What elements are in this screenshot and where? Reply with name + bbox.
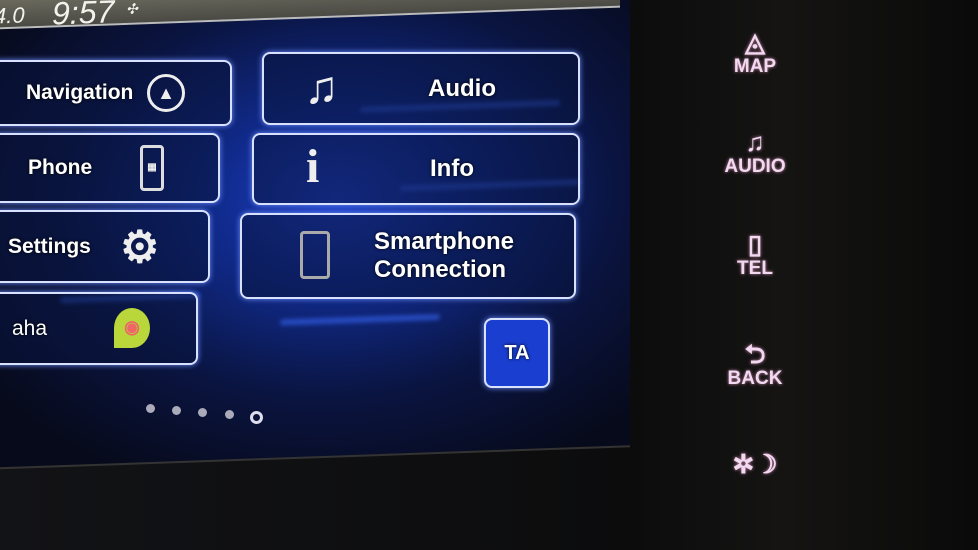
audio-button[interactable]: ♫ Audio [262, 52, 580, 125]
tel-label: TEL [737, 258, 773, 279]
aha-label: aha [12, 316, 48, 340]
compass-icon: ▲ [147, 74, 185, 112]
smartphone-connection-label: Smartphone Connection [374, 228, 514, 284]
phone-icon: ▯ [747, 229, 763, 259]
aha-logo-icon: ◉ [114, 308, 150, 348]
temperature: 4.0 [0, 2, 25, 29]
gps-signal-icon: ✣ [126, 0, 138, 17]
back-hard-key[interactable]: ⮌ BACK [715, 340, 795, 390]
audio-key-label: AUDIO [724, 156, 786, 177]
page-dot[interactable] [198, 408, 207, 417]
page-dot-current[interactable] [250, 411, 263, 424]
audio-label: Audio [428, 74, 496, 102]
tel-hard-key[interactable]: ▯ TEL [715, 230, 795, 280]
page-dot[interactable] [225, 410, 234, 419]
clock: 9:57 [52, 0, 115, 32]
page-dot[interactable] [172, 406, 181, 415]
phone-button[interactable]: Phone ▦ [0, 133, 220, 203]
back-label: BACK [727, 368, 783, 389]
aha-button[interactable]: aha ◉ [0, 292, 198, 365]
smartphone-label-line2: Connection [374, 256, 506, 283]
day-night-hard-key[interactable]: ✲☽ [715, 450, 795, 478]
smartphone-icon [300, 231, 330, 279]
info-button[interactable]: i Info [252, 133, 580, 205]
map-hard-key[interactable]: ◬ MAP [715, 28, 795, 78]
day-night-icon: ✲☽ [732, 449, 778, 479]
ta-label: TA [504, 341, 530, 364]
smartphone-label-line1: Smartphone [374, 228, 515, 255]
audio-hard-key[interactable]: ♫ AUDIO [715, 128, 795, 178]
navigation-label: Navigation [26, 81, 134, 104]
settings-label: Settings [8, 234, 91, 258]
mobile-phone-icon: ▦ [140, 145, 164, 191]
status-bar: 4.0 9:57 ✣ [0, 0, 620, 32]
gear-icon: ⚙ [120, 223, 160, 272]
page-dot[interactable] [146, 404, 155, 413]
music-note-icon: ♫ [304, 61, 339, 113]
info-icon: i [306, 140, 320, 193]
navigation-button[interactable]: Navigation ▲ [0, 60, 232, 126]
settings-button[interactable]: Settings ⚙ [0, 210, 210, 283]
back-arrow-icon: ⮌ [744, 339, 766, 369]
map-label: MAP [733, 56, 777, 77]
map-icon: ◬ [745, 27, 765, 57]
music-note-icon: ♫ [745, 127, 765, 157]
background-streak [280, 313, 440, 326]
smartphone-connection-button[interactable]: Smartphone Connection [240, 213, 576, 299]
info-label: Info [430, 155, 474, 182]
phone-label: Phone [28, 156, 93, 179]
ta-button[interactable]: TA [484, 318, 550, 388]
